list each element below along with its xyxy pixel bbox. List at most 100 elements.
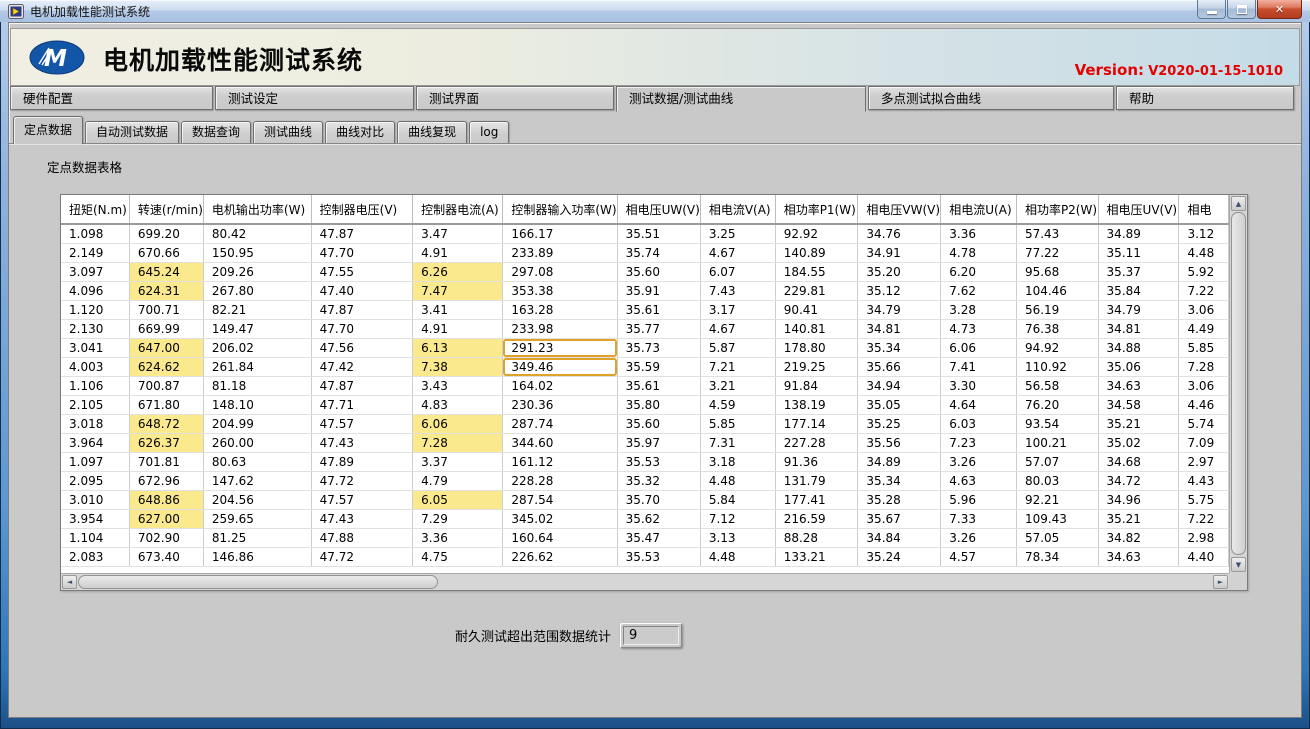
table-cell[interactable]: 699.20 <box>129 224 203 243</box>
table-cell[interactable]: 228.28 <box>503 471 617 490</box>
table-cell[interactable]: 131.79 <box>775 471 858 490</box>
table-cell[interactable]: 204.56 <box>203 490 311 509</box>
table-cell[interactable]: 160.64 <box>503 528 617 547</box>
table-cell[interactable]: 35.62 <box>617 509 700 528</box>
table-cell[interactable]: 7.23 <box>941 433 1017 452</box>
table-cell[interactable]: 35.91 <box>617 281 700 300</box>
table-cell[interactable]: 4.79 <box>413 471 503 490</box>
table-cell[interactable]: 35.84 <box>1098 281 1179 300</box>
horizontal-scrollbar[interactable]: ◄ ► <box>61 573 1229 590</box>
table-cell[interactable]: 34.81 <box>858 319 941 338</box>
table-cell[interactable]: 5.87 <box>700 338 775 357</box>
table-cell[interactable]: 80.42 <box>203 224 311 243</box>
table-cell[interactable]: 140.89 <box>775 243 858 262</box>
sub-tab-0[interactable]: 定点数据 <box>13 116 83 144</box>
table-cell[interactable]: 4.67 <box>700 319 775 338</box>
table-cell[interactable]: 1.120 <box>61 300 129 319</box>
table-cell[interactable]: 7.47 <box>413 281 503 300</box>
table-cell[interactable]: 81.18 <box>203 376 311 395</box>
table-cell[interactable]: 3.13 <box>700 528 775 547</box>
vertical-scrollbar[interactable]: ▲ ▼ <box>1229 195 1247 573</box>
main-tab-3[interactable]: 测试数据/测试曲线 <box>616 86 866 112</box>
table-cell[interactable]: 4.73 <box>941 319 1017 338</box>
table-cell[interactable]: 6.06 <box>413 414 503 433</box>
table-cell[interactable]: 626.37 <box>129 433 203 452</box>
table-cell[interactable]: 5.74 <box>1179 414 1229 433</box>
table-cell[interactable]: 35.61 <box>617 376 700 395</box>
table-cell[interactable]: 94.92 <box>1016 338 1098 357</box>
table-cell[interactable]: 4.003 <box>61 357 129 376</box>
table-cell[interactable]: 4.48 <box>1179 243 1229 262</box>
table-cell[interactable]: 4.57 <box>941 547 1017 566</box>
table-cell[interactable]: 80.03 <box>1016 471 1098 490</box>
table-cell[interactable]: 34.96 <box>1098 490 1179 509</box>
sub-tab-4[interactable]: 曲线对比 <box>325 121 395 143</box>
table-cell[interactable]: 47.70 <box>311 319 413 338</box>
table-cell[interactable]: 7.28 <box>413 433 503 452</box>
table-cell[interactable]: 2.97 <box>1179 452 1229 471</box>
table-cell[interactable]: 7.29 <box>413 509 503 528</box>
table-cell[interactable]: 6.05 <box>413 490 503 509</box>
table-cell[interactable]: 3.37 <box>413 452 503 471</box>
table-cell[interactable]: 6.26 <box>413 262 503 281</box>
table-cell[interactable]: 57.05 <box>1016 528 1098 547</box>
table-cell[interactable]: 35.12 <box>858 281 941 300</box>
table-cell[interactable]: 4.48 <box>700 471 775 490</box>
table-cell[interactable]: 140.81 <box>775 319 858 338</box>
table-cell[interactable]: 35.02 <box>1098 433 1179 452</box>
table-cell[interactable]: 645.24 <box>129 262 203 281</box>
table-cell[interactable]: 204.99 <box>203 414 311 433</box>
table-cell[interactable]: 146.86 <box>203 547 311 566</box>
table-cell[interactable]: 35.70 <box>617 490 700 509</box>
table-cell[interactable]: 7.38 <box>413 357 503 376</box>
table-cell[interactable]: 702.90 <box>129 528 203 547</box>
table-cell[interactable]: 670.66 <box>129 243 203 262</box>
table-cell[interactable]: 6.06 <box>941 338 1017 357</box>
table-cell[interactable]: 4.48 <box>700 547 775 566</box>
table-cell[interactable]: 4.43 <box>1179 471 1229 490</box>
table-cell[interactable]: 47.71 <box>311 395 413 414</box>
table-cell[interactable]: 82.21 <box>203 300 311 319</box>
table-cell[interactable]: 57.07 <box>1016 452 1098 471</box>
table-cell[interactable]: 7.33 <box>941 509 1017 528</box>
table-cell[interactable]: 3.17 <box>700 300 775 319</box>
table-cell[interactable]: 104.46 <box>1016 281 1098 300</box>
table-cell[interactable]: 259.65 <box>203 509 311 528</box>
table-cell[interactable]: 4.78 <box>941 243 1017 262</box>
table-cell[interactable]: 35.32 <box>617 471 700 490</box>
table-cell[interactable]: 76.38 <box>1016 319 1098 338</box>
maximize-button[interactable] <box>1227 0 1256 19</box>
table-cell[interactable]: 47.72 <box>311 471 413 490</box>
table-cell[interactable]: 5.85 <box>1179 338 1229 357</box>
table-cell[interactable]: 47.57 <box>311 414 413 433</box>
table-cell[interactable]: 7.09 <box>1179 433 1229 452</box>
table-cell[interactable]: 47.57 <box>311 490 413 509</box>
table-cell[interactable]: 345.02 <box>503 509 617 528</box>
table-cell[interactable]: 261.84 <box>203 357 311 376</box>
table-cell[interactable]: 3.041 <box>61 338 129 357</box>
table-cell[interactable]: 3.12 <box>1179 224 1229 243</box>
scroll-right-button[interactable]: ► <box>1213 575 1228 589</box>
table-cell[interactable]: 47.87 <box>311 224 413 243</box>
table-cell[interactable]: 34.76 <box>858 224 941 243</box>
table-cell[interactable]: 77.22 <box>1016 243 1098 262</box>
table-cell[interactable]: 47.40 <box>311 281 413 300</box>
table-cell[interactable]: 3.18 <box>700 452 775 471</box>
table-cell[interactable]: 233.98 <box>503 319 617 338</box>
table-cell[interactable]: 4.91 <box>413 243 503 262</box>
table-cell[interactable]: 35.97 <box>617 433 700 452</box>
table-cell[interactable]: 229.81 <box>775 281 858 300</box>
table-cell[interactable]: 6.13 <box>413 338 503 357</box>
table-cell[interactable]: 35.59 <box>617 357 700 376</box>
table-cell[interactable]: 700.87 <box>129 376 203 395</box>
table-cell[interactable]: 671.80 <box>129 395 203 414</box>
table-cell[interactable]: 4.096 <box>61 281 129 300</box>
table-cell[interactable]: 47.43 <box>311 509 413 528</box>
table-cell[interactable]: 150.95 <box>203 243 311 262</box>
table-cell[interactable]: 34.68 <box>1098 452 1179 471</box>
table-cell[interactable]: 6.03 <box>941 414 1017 433</box>
table-cell[interactable]: 5.75 <box>1179 490 1229 509</box>
table-cell[interactable]: 297.08 <box>503 262 617 281</box>
table-cell[interactable]: 35.67 <box>858 509 941 528</box>
table-cell[interactable]: 35.24 <box>858 547 941 566</box>
